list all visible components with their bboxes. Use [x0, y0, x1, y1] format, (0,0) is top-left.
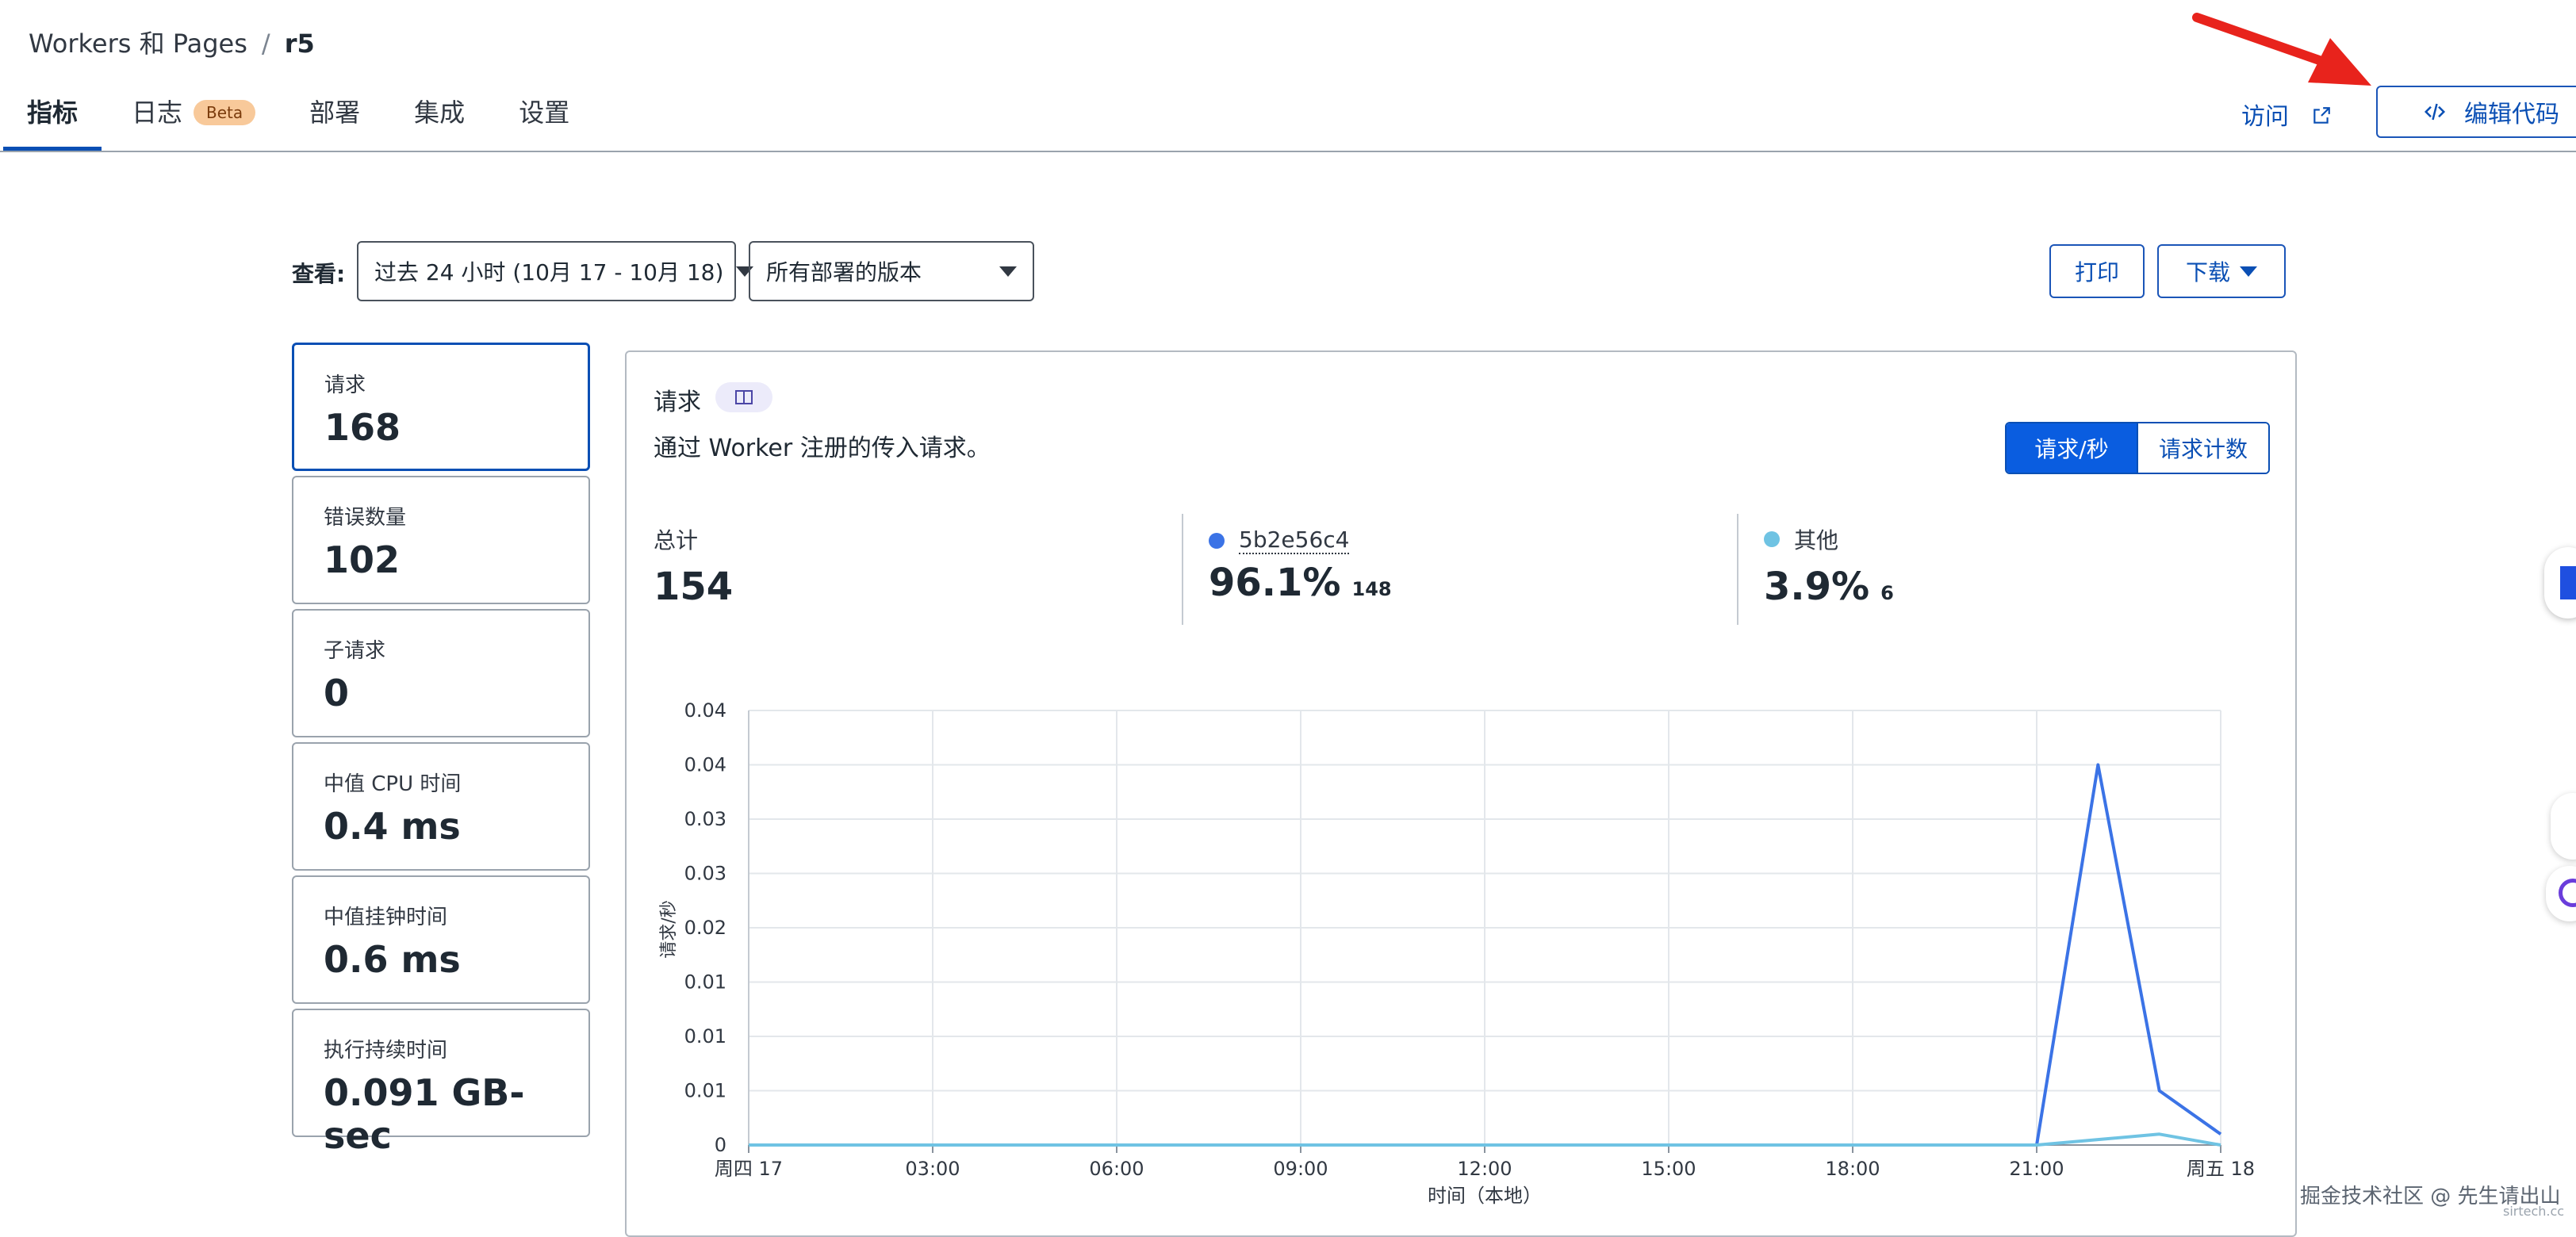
floating-widget[interactable] — [2551, 793, 2576, 860]
watermark-sub: sirtech.cc — [2503, 1204, 2565, 1219]
x-tick-label: 09:00 — [1273, 1158, 1328, 1180]
x-tick-label: 周五 18 — [2187, 1158, 2255, 1180]
y-tick-label: 0 — [715, 1134, 726, 1156]
x-tick-label: 21:00 — [2009, 1158, 2064, 1180]
x-tick-label: 12:00 — [1457, 1158, 1512, 1180]
x-tick-label: 18:00 — [1825, 1158, 1880, 1180]
y-tick-label: 0.02 — [684, 917, 726, 939]
y-tick-label: 0.04 — [684, 699, 726, 722]
y-axis-label: 请求/秒 — [659, 900, 679, 958]
x-axis-tick-labels: 周四 17 03:00 06:00 09:00 12:00 15:00 18:00 21:00… — [715, 1158, 2255, 1180]
x-axis-label: 时间（本地） — [1428, 1185, 1542, 1207]
x-tick-label: 06:00 — [1089, 1158, 1144, 1180]
requests-chart: 00.010.010.010.020.030.030.040.04 周四 17 0… — [659, 699, 2255, 1207]
x-tick-label: 周四 17 — [715, 1158, 783, 1180]
y-tick-label: 0.03 — [684, 808, 726, 830]
y-tick-label: 0.01 — [684, 1025, 726, 1047]
y-tick-label: 0.04 — [684, 754, 726, 776]
y-tick-label: 0.01 — [684, 971, 726, 994]
x-tick-label: 15:00 — [1641, 1158, 1696, 1180]
widget-icon — [2559, 879, 2576, 907]
y-tick-label: 0.03 — [684, 863, 726, 885]
chart-grid — [748, 710, 2221, 1153]
y-tick-label: 0.01 — [684, 1080, 726, 1102]
y-axis-tick-labels: 0 0.01 0.01 0.01 0.02 0.03 0.03 0.04 0.04 — [684, 699, 726, 1156]
floating-widget[interactable] — [2544, 547, 2576, 618]
x-tick-label: 03:00 — [905, 1158, 960, 1180]
widget-icon — [2560, 566, 2576, 599]
